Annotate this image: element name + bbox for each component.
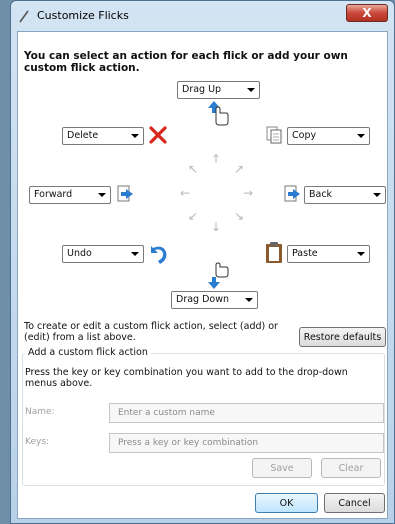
custom-flick-group: Add a custom flick action Press the key …: [22, 347, 385, 486]
ok-button[interactable]: OK: [255, 493, 318, 513]
flick-down-value: Drag Down: [176, 294, 230, 305]
flick-up-left-value: Delete: [67, 130, 99, 141]
pen-icon: [19, 10, 29, 23]
guide-arrow-up: ↑: [211, 152, 222, 166]
clear-button[interactable]: Clear: [321, 458, 381, 478]
back-icon: [284, 185, 300, 202]
flick-up-right-value: Copy: [292, 130, 317, 141]
flick-down-left-value: Undo: [67, 248, 92, 259]
guide-arrow-down: ↓: [211, 220, 222, 234]
delete-x-icon: [149, 126, 167, 144]
guide-arrow-up-right: ↗: [234, 162, 245, 176]
chevron-down-icon: [373, 193, 381, 197]
chevron-down-icon: [131, 134, 139, 138]
hand-drag-down-icon: [208, 262, 229, 289]
paste-icon: [266, 242, 282, 263]
custom-flick-legend: Add a custom flick action: [25, 347, 151, 358]
close-button[interactable]: X: [346, 4, 388, 22]
heading-text: You can select an action for each flick …: [24, 50, 348, 74]
custom-flick-description: Press the key or key combination you wan…: [25, 367, 348, 389]
title-bar[interactable]: Customize Flicks X: [11, 1, 394, 31]
flick-down-right-dropdown[interactable]: Paste: [287, 245, 370, 263]
flick-up-right-dropdown[interactable]: Copy: [287, 127, 370, 145]
flick-down-right-value: Paste: [292, 248, 318, 259]
customize-flicks-window: Customize Flicks X You can select an act…: [10, 0, 395, 524]
flick-left-value: Forward: [34, 189, 73, 200]
copy-icon: [266, 126, 282, 144]
flick-up-dropdown[interactable]: Drag Up: [177, 81, 260, 99]
window-title: Customize Flicks: [37, 9, 129, 22]
hand-drag-up-icon: [208, 101, 229, 126]
chevron-down-icon: [98, 193, 106, 197]
chevron-down-icon: [357, 252, 365, 256]
guide-arrow-left: ←: [180, 186, 191, 200]
chevron-down-icon: [357, 134, 365, 138]
flick-down-dropdown[interactable]: Drag Down: [171, 291, 258, 309]
guide-arrow-down-right: ↘: [234, 209, 245, 223]
dialog-body: You can select an action for each flick …: [17, 31, 388, 519]
guide-arrow-up-left: ↖: [188, 162, 199, 176]
instructions-text: To create or edit a custom flick action,…: [24, 321, 278, 343]
name-label: Name:: [25, 407, 55, 417]
keys-label: Keys:: [25, 437, 50, 447]
flick-down-left-dropdown[interactable]: Undo: [62, 245, 144, 263]
flick-right-dropdown[interactable]: Back: [304, 186, 386, 204]
guide-arrow-right: →: [243, 186, 254, 200]
save-button[interactable]: Save: [252, 458, 312, 478]
flick-up-left-dropdown[interactable]: Delete: [62, 127, 144, 145]
restore-defaults-button[interactable]: Restore defaults: [299, 327, 386, 347]
undo-icon: [151, 246, 167, 264]
custom-name-input[interactable]: Enter a custom name: [109, 403, 384, 423]
flick-up-value: Drag Up: [182, 84, 222, 95]
guide-arrow-down-left: ↙: [188, 209, 199, 223]
chevron-down-icon: [131, 252, 139, 256]
cancel-button[interactable]: Cancel: [324, 493, 385, 513]
flick-right-value: Back: [309, 189, 333, 200]
custom-keys-input[interactable]: Press a key or key combination: [109, 433, 384, 453]
flick-left-dropdown[interactable]: Forward: [29, 186, 111, 204]
forward-icon: [117, 185, 133, 202]
chevron-down-icon: [247, 88, 255, 92]
chevron-down-icon: [245, 298, 253, 302]
